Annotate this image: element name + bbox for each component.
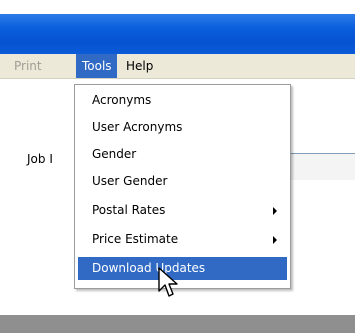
menu-item-label: Gender [92,147,137,161]
menu-bar: Print Tools Help [0,54,355,79]
menu-help[interactable]: Help [120,54,159,78]
menu-item-acronyms[interactable]: Acronyms [78,89,287,112]
menu-item-user-acronyms[interactable]: User Acronyms [78,116,287,139]
menu-print[interactable]: Print [8,54,48,78]
bottom-bar [0,315,355,333]
chevron-right-icon [273,236,277,244]
menu-item-gender[interactable]: Gender [78,143,287,166]
menu-item-label: User Gender [92,174,168,188]
menu-item-user-gender[interactable]: User Gender [78,170,287,193]
top-strip [0,0,355,14]
menu-item-price-estimate[interactable]: Price Estimate [78,228,287,251]
menu-item-label: User Acronyms [92,120,183,134]
arrow-pointer-icon [158,267,178,297]
menu-item-label: Postal Rates [92,203,166,217]
menu-item-label: Download Updates [92,261,206,275]
tools-dropdown-menu: Acronyms User Acronyms Gender User Gende… [74,84,291,289]
menu-item-label: Acronyms [92,93,152,107]
job-label: Job I [27,152,53,166]
window-titlebar [0,14,355,54]
menu-item-label: Price Estimate [92,232,179,246]
chevron-right-icon [273,207,277,215]
menu-item-postal-rates[interactable]: Postal Rates [78,199,287,222]
menu-tools[interactable]: Tools [76,54,117,78]
